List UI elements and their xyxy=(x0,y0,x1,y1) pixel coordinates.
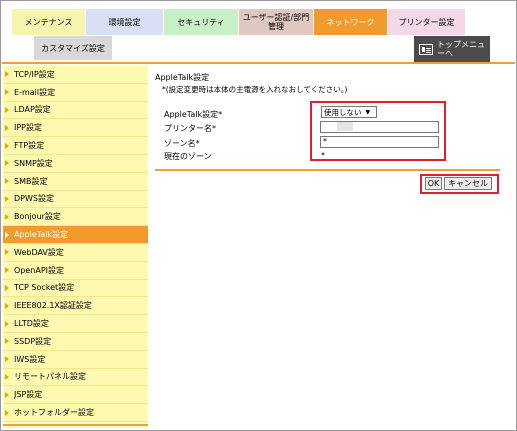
tab-maintenance[interactable]: メンテナンス xyxy=(12,9,85,35)
sidebar-item-label: リモートパネル設定 xyxy=(14,372,86,382)
sidebar-item[interactable]: JSP設定 xyxy=(3,386,148,405)
printer-name-label: プリンター名* xyxy=(164,124,216,133)
arrow-icon xyxy=(5,160,9,167)
sidebar-item-label: WebDAV設定 xyxy=(14,247,64,257)
redacted-printer-name xyxy=(337,122,353,131)
sidebar-item[interactable]: DPWS設定 xyxy=(3,190,148,209)
sidebar-item[interactable]: リモートパネル設定 xyxy=(3,368,148,387)
appletalk-select-value: 使用しない xyxy=(324,107,362,117)
sidebar-item[interactable]: ホットフォルダー設定 xyxy=(3,404,148,422)
arrow-icon xyxy=(5,267,9,274)
appletalk-label: AppleTalk設定* xyxy=(164,110,223,119)
tab-label: セキュリティ xyxy=(177,17,225,27)
sidebar-item-label: IWS設定 xyxy=(14,354,46,364)
tab-label: ユーザー認証/部門管理 xyxy=(242,13,310,31)
sidebar-item[interactable]: WebDAV設定 xyxy=(3,243,148,262)
sidebar-item-label: ホットフォルダー設定 xyxy=(14,408,94,418)
sidebar-item[interactable]: SMB設定 xyxy=(3,172,148,191)
zone-name-field[interactable]: * xyxy=(320,136,439,148)
arrow-icon xyxy=(5,249,9,256)
sidebar-item-label: SMB設定 xyxy=(14,176,48,186)
arrow-icon xyxy=(5,373,9,380)
sidebar-item[interactable]: OpenAPI設定 xyxy=(3,261,148,280)
arrow-icon xyxy=(5,106,9,113)
arrow-icon xyxy=(5,338,9,345)
sidebar-item[interactable]: Bonjour設定 xyxy=(3,208,148,227)
sidebar-item-label: JSP設定 xyxy=(14,390,43,400)
page-title: AppleTalk設定 xyxy=(155,73,210,82)
sidebar-item-label: TCP Socket設定 xyxy=(14,283,75,293)
content-divider xyxy=(155,169,500,171)
sidebar: TCP/IP設定 E-mail設定 LDAP設定 IPP設定 FTP設定 SNMP設定 SM… xyxy=(3,66,148,428)
tab-printer[interactable]: プリンター設定 xyxy=(388,9,465,35)
cancel-button[interactable]: キャンセル xyxy=(444,177,492,190)
tab-security[interactable]: セキュリティ xyxy=(164,9,238,35)
sidebar-item[interactable]: TCP Socket設定 xyxy=(3,279,148,298)
arrow-icon xyxy=(5,124,9,131)
current-zone-value: * xyxy=(321,151,325,160)
dropdown-arrow-icon: ▼ xyxy=(365,108,371,116)
current-zone-label: 現在のゾーン xyxy=(164,152,212,161)
arrow-icon xyxy=(5,142,9,149)
sidebar-bottom-bar xyxy=(3,424,148,426)
sidebar-item-label: AppleTalk設定 xyxy=(14,230,69,240)
sidebar-item-label: LDAP設定 xyxy=(14,105,51,115)
sidebar-item[interactable]: AppleTalk設定 xyxy=(3,226,148,244)
sidebar-item[interactable]: LLTD設定 xyxy=(3,315,148,333)
arrow-icon xyxy=(5,391,9,398)
tab-label: プリンター設定 xyxy=(398,17,455,27)
arrow-icon xyxy=(5,89,9,96)
sidebar-item-label: IEEE802.1X認証設定 xyxy=(14,301,92,311)
sidebar-item[interactable]: IPP設定 xyxy=(3,119,148,138)
sidebar-item-label: IPP設定 xyxy=(14,123,43,133)
arrow-icon xyxy=(5,213,9,220)
arrow-icon xyxy=(5,71,9,78)
zone-name-label: ゾーン名* xyxy=(164,139,200,148)
subtab-customize[interactable]: カスタマイズ設定 xyxy=(34,36,112,60)
sidebar-item[interactable]: LDAP設定 xyxy=(3,101,148,120)
tab-user-auth[interactable]: ユーザー認証/部門管理 xyxy=(239,9,313,35)
restart-note: *(設定変更時は本体の主電源を入れなおしてください。) xyxy=(162,85,348,94)
tab-label: ネットワーク xyxy=(326,17,375,27)
tab-label: 環境設定 xyxy=(108,17,141,27)
tab-environment[interactable]: 環境設定 xyxy=(86,9,163,35)
sidebar-item-label: SSDP設定 xyxy=(14,336,52,346)
sidebar-item-label: E-mail設定 xyxy=(14,87,56,97)
arrow-icon xyxy=(5,195,9,202)
tab-label: メンテナンス xyxy=(24,17,73,27)
menu-icon xyxy=(419,43,433,55)
appletalk-select[interactable]: 使用しない ▼ xyxy=(321,106,377,118)
sidebar-item[interactable]: SSDP設定 xyxy=(3,332,148,351)
sidebar-item-label: FTP設定 xyxy=(14,141,45,151)
arrow-icon xyxy=(5,178,9,185)
sidebar-item-label: DPWS設定 xyxy=(14,194,54,204)
sidebar-item[interactable]: E-mail設定 xyxy=(3,83,148,102)
top-menu-label: トップメニューへ xyxy=(437,40,485,58)
top-menu-button[interactable]: トップメニューへ xyxy=(414,36,490,62)
sidebar-item[interactable]: IEEE802.1X認証設定 xyxy=(3,297,148,316)
subtab-label: カスタマイズ設定 xyxy=(41,43,105,53)
arrow-icon xyxy=(5,356,9,363)
ok-button[interactable]: OK xyxy=(425,177,442,190)
tab-network[interactable]: ネットワーク xyxy=(314,9,387,35)
sidebar-item-label: TCP/IP設定 xyxy=(14,69,55,79)
arrow-icon xyxy=(5,320,9,327)
sidebar-item-label: SNMP設定 xyxy=(14,158,53,168)
sidebar-item-label: OpenAPI設定 xyxy=(14,265,65,275)
sidebar-item-label: LLTD設定 xyxy=(14,319,49,329)
arrow-icon xyxy=(5,409,9,416)
header-divider xyxy=(2,62,515,64)
sidebar-item[interactable]: IWS設定 xyxy=(3,350,148,369)
arrow-icon xyxy=(5,284,9,291)
arrow-icon xyxy=(5,302,9,309)
sidebar-item[interactable]: SNMP設定 xyxy=(3,154,148,173)
sidebar-item[interactable]: TCP/IP設定 xyxy=(3,66,148,84)
sidebar-item-label: Bonjour設定 xyxy=(14,212,61,222)
arrow-icon xyxy=(5,231,9,238)
sidebar-item[interactable]: FTP設定 xyxy=(3,137,148,155)
